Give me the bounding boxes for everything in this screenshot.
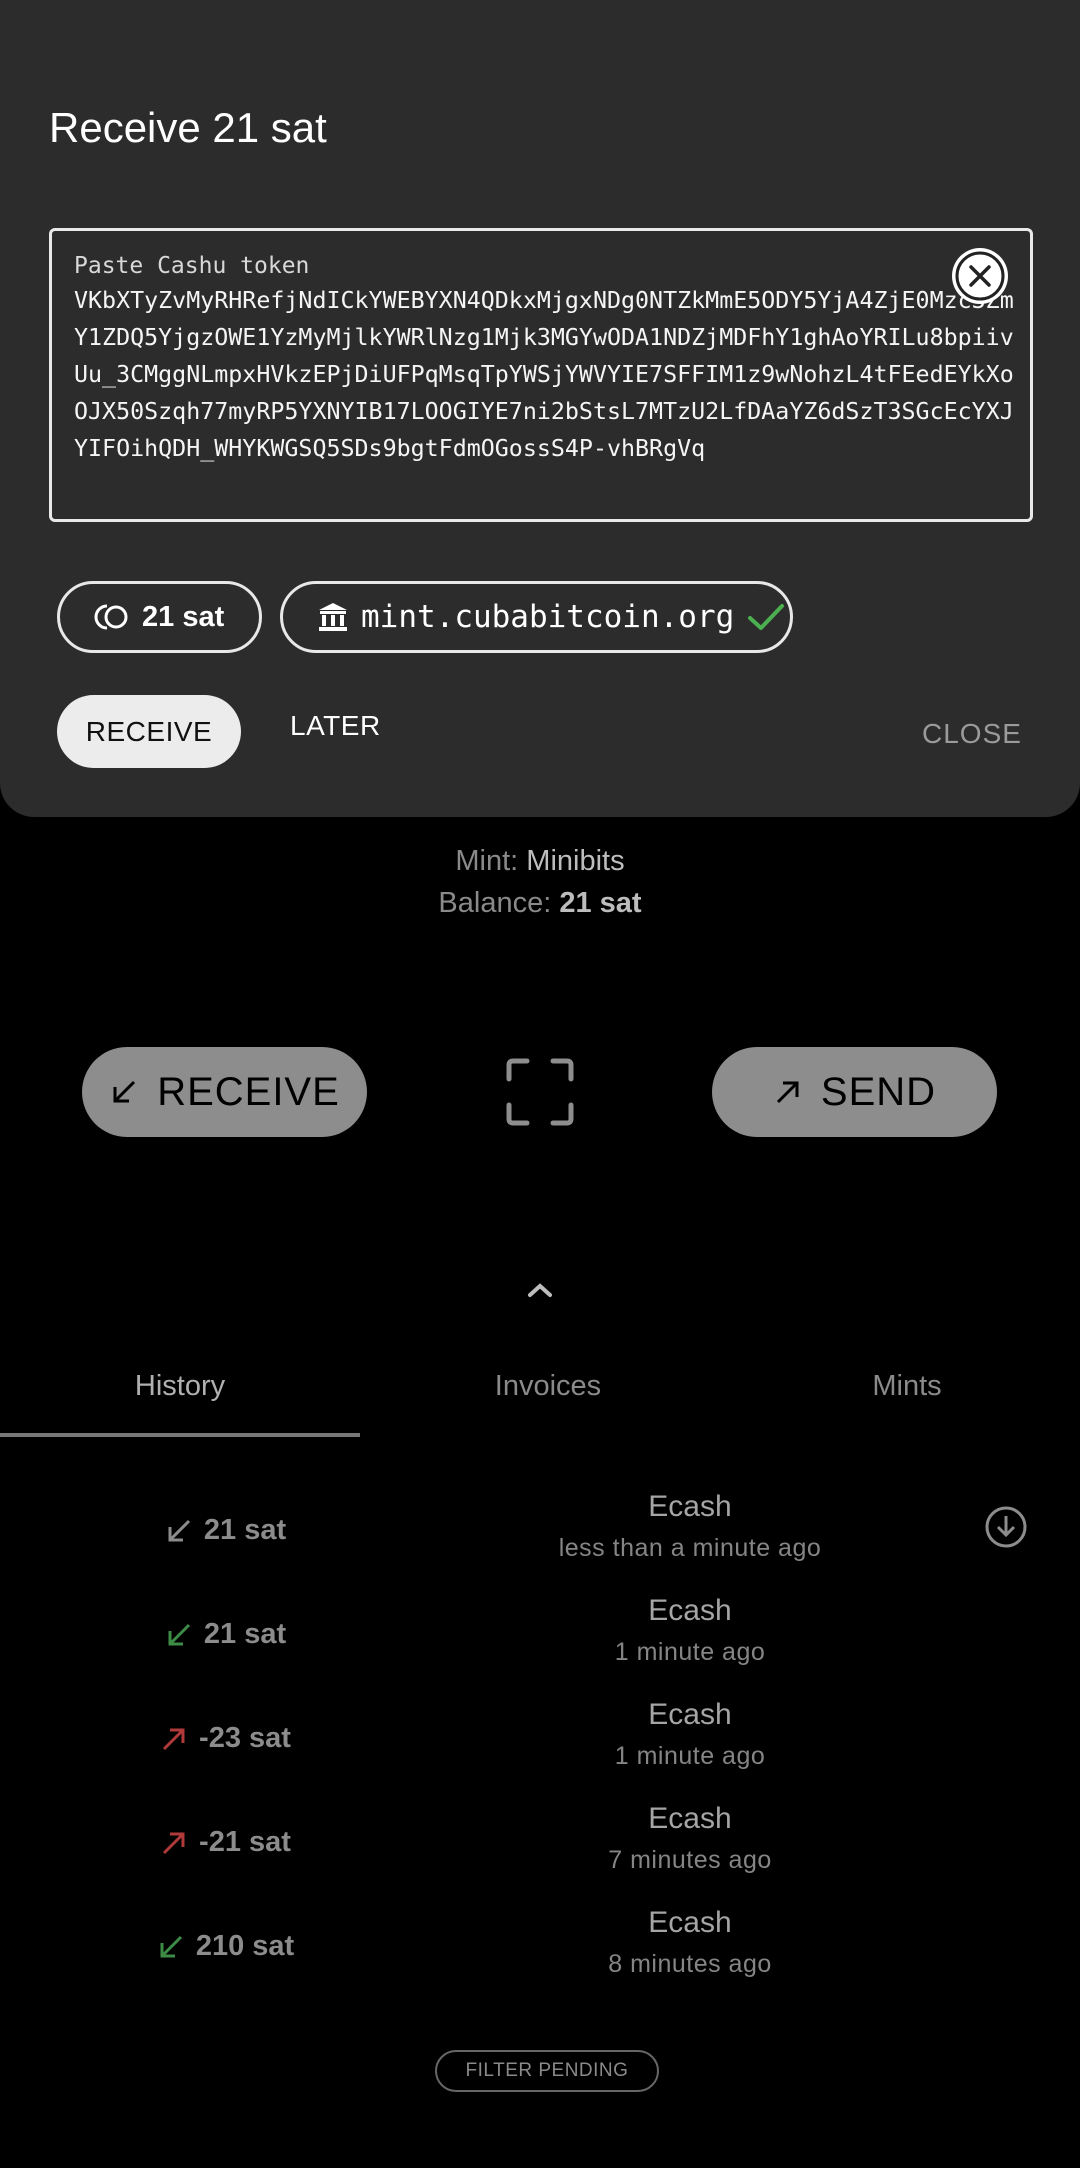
- close-circle-icon: [955, 251, 1005, 301]
- history-desc: Ecash 1 minute ago: [480, 1594, 900, 1667]
- history-amount: -23 sat: [140, 1722, 310, 1755]
- tab-bar: History Invoices Mints: [0, 1370, 1080, 1438]
- history-time: 1 minute ago: [614, 1742, 766, 1770]
- send-action-button[interactable]: SEND: [712, 1047, 997, 1137]
- scan-button[interactable]: [505, 1057, 575, 1132]
- check-icon: [748, 604, 785, 630]
- mint-label: Mint:: [455, 845, 519, 877]
- mint-info: Mint: Minibits: [0, 845, 1080, 878]
- send-action-label: SEND: [820, 1069, 937, 1114]
- history-amount: 210 sat: [140, 1930, 310, 1963]
- amount-chip[interactable]: 21 sat: [57, 581, 262, 653]
- history-desc: Ecash 8 minutes ago: [480, 1906, 900, 1979]
- outgoing-arrow-icon: [162, 1832, 185, 1854]
- coins-icon: [94, 604, 128, 630]
- clear-token-button[interactable]: [952, 248, 1008, 304]
- history-time: 8 minutes ago: [608, 1950, 772, 1978]
- tab-active-indicator: [0, 1433, 360, 1437]
- arrow-down-left-icon: [113, 1080, 136, 1103]
- history-title: Ecash: [648, 1490, 732, 1523]
- history-amount: 21 sat: [140, 1618, 310, 1651]
- bank-icon: [319, 603, 347, 631]
- history-title: Ecash: [648, 1802, 732, 1835]
- receive-button[interactable]: RECEIVE: [57, 695, 241, 768]
- history-amount: 21 sat: [140, 1514, 310, 1547]
- incoming-arrow-icon: [160, 1935, 182, 1957]
- tab-mints[interactable]: Mints: [727, 1370, 1080, 1403]
- history-row[interactable]: -21 sat Ecash 7 minutes ago: [0, 1802, 1080, 1906]
- later-button[interactable]: LATER: [290, 710, 381, 742]
- history-title: Ecash: [648, 1906, 732, 1939]
- incoming-arrow-icon: [168, 1519, 190, 1541]
- history-desc: Ecash 7 minutes ago: [480, 1802, 900, 1875]
- history-row[interactable]: -23 sat Ecash 1 minute ago: [0, 1698, 1080, 1802]
- tab-history[interactable]: History: [0, 1370, 360, 1403]
- mint-chip[interactable]: mint.cubabitcoin.org: [280, 581, 793, 653]
- token-input-label: Paste Cashu token: [74, 253, 310, 279]
- balance-info: Balance: 21 sat: [0, 887, 1080, 920]
- history-row[interactable]: 21 sat Ecash less than a minute ago: [0, 1490, 1080, 1594]
- history-time: less than a minute ago: [558, 1534, 822, 1562]
- incoming-arrow-icon: [168, 1623, 190, 1645]
- receive-action-button[interactable]: RECEIVE: [82, 1047, 367, 1137]
- mint-name: Minibits: [526, 845, 625, 877]
- history-amount: -21 sat: [140, 1826, 310, 1859]
- download-circle-icon[interactable]: [984, 1505, 1028, 1549]
- close-button[interactable]: CLOSE: [922, 718, 1022, 750]
- history-time: 1 minute ago: [614, 1638, 766, 1666]
- scan-qr-icon: [506, 1058, 574, 1126]
- balance-value: 21 sat: [559, 887, 642, 919]
- chevron-up-icon[interactable]: [515, 1275, 565, 1305]
- amount-chip-label: 21 sat: [142, 600, 225, 633]
- history-desc: Ecash less than a minute ago: [480, 1490, 900, 1563]
- history-time: 7 minutes ago: [608, 1846, 772, 1874]
- mint-chip-label: mint.cubabitcoin.org: [361, 599, 735, 635]
- history-desc: Ecash 1 minute ago: [480, 1698, 900, 1771]
- receive-action-label: RECEIVE: [157, 1069, 340, 1114]
- history-title: Ecash: [648, 1698, 732, 1731]
- history-row[interactable]: 21 sat Ecash 1 minute ago: [0, 1594, 1080, 1698]
- tab-invoices[interactable]: Invoices: [368, 1370, 728, 1403]
- dialog-title: Receive 21 sat: [49, 104, 327, 151]
- token-input[interactable]: Paste Cashu token VKbXTyZvMyRHRefjNdICkY…: [49, 228, 1033, 522]
- history-row[interactable]: 210 sat Ecash 8 minutes ago: [0, 1906, 1080, 2010]
- balance-label: Balance:: [438, 887, 552, 919]
- token-input-value[interactable]: VKbXTyZvMyRHRefjNdICkYWEBYXN4QDkxMjgxNDg…: [74, 282, 1014, 467]
- filter-pending-button[interactable]: FILTER PENDING: [435, 2050, 659, 2092]
- outgoing-arrow-icon: [162, 1728, 185, 1750]
- arrow-up-right-icon: [776, 1081, 799, 1104]
- history-title: Ecash: [648, 1594, 732, 1627]
